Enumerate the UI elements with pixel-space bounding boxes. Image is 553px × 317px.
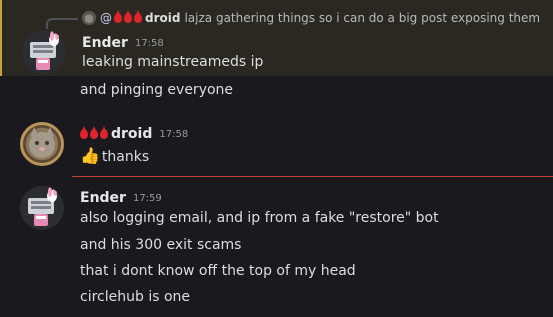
author-name[interactable]: droid 17:58 bbox=[80, 125, 188, 143]
message-line: and his 300 exit scams bbox=[80, 237, 242, 253]
timestamp: 17:58 bbox=[159, 128, 189, 140]
cat-avatar-icon bbox=[29, 127, 55, 158]
reply-reference[interactable]: @ droid lajza gathering things so i can … bbox=[82, 8, 540, 28]
avatar-ender[interactable] bbox=[20, 186, 64, 230]
ender-avatar-icon bbox=[30, 30, 59, 70]
avatar-ender[interactable] bbox=[22, 30, 66, 74]
message-group-ender-1[interactable]: @ droid lajza gathering things so i can … bbox=[0, 0, 553, 76]
message-line: and pinging everyone bbox=[80, 82, 234, 98]
blood-drop-icon bbox=[80, 129, 88, 139]
reply-text[interactable]: lajza gathering things so i can do a big… bbox=[184, 11, 540, 25]
ender-avatar-icon bbox=[28, 186, 57, 226]
thumbs-up-icon: 👍 bbox=[80, 146, 100, 165]
reply-mention-prefix: @ bbox=[100, 11, 112, 25]
author-label[interactable]: droid bbox=[111, 126, 152, 142]
blood-drop-icon bbox=[90, 129, 98, 139]
message-line: 👍 thanks bbox=[80, 146, 149, 165]
blood-drop-icon bbox=[134, 13, 142, 23]
message-line: leaking mainstreameds ip bbox=[82, 54, 264, 70]
blood-drop-icon bbox=[100, 129, 108, 139]
message-line: that i dont know off the top of my head bbox=[80, 263, 356, 279]
blood-drop-icon bbox=[114, 13, 122, 23]
cat-avatar-icon bbox=[82, 11, 96, 25]
chat-log: @ droid lajza gathering things so i can … bbox=[0, 0, 553, 317]
timestamp: 17:59 bbox=[132, 192, 162, 204]
blood-drop-icons bbox=[114, 13, 142, 23]
message-line: circlehub is one bbox=[80, 289, 191, 305]
reply-author[interactable]: droid bbox=[145, 11, 180, 25]
avatar-droid[interactable] bbox=[20, 122, 64, 166]
blood-drop-icons bbox=[80, 129, 108, 139]
timestamp: 17:58 bbox=[134, 37, 164, 49]
new-messages-divider bbox=[72, 176, 553, 177]
author-label[interactable]: Ender bbox=[82, 35, 128, 51]
blood-drop-icon bbox=[124, 13, 132, 23]
message-line: also logging email, and ip from a fake "… bbox=[80, 210, 439, 226]
author-name[interactable]: Ender 17:59 bbox=[80, 189, 162, 207]
author-name[interactable]: Ender 17:58 bbox=[82, 34, 164, 52]
reply-connector bbox=[46, 18, 78, 29]
message-text: thanks bbox=[101, 149, 150, 165]
author-label[interactable]: Ender bbox=[80, 190, 126, 206]
